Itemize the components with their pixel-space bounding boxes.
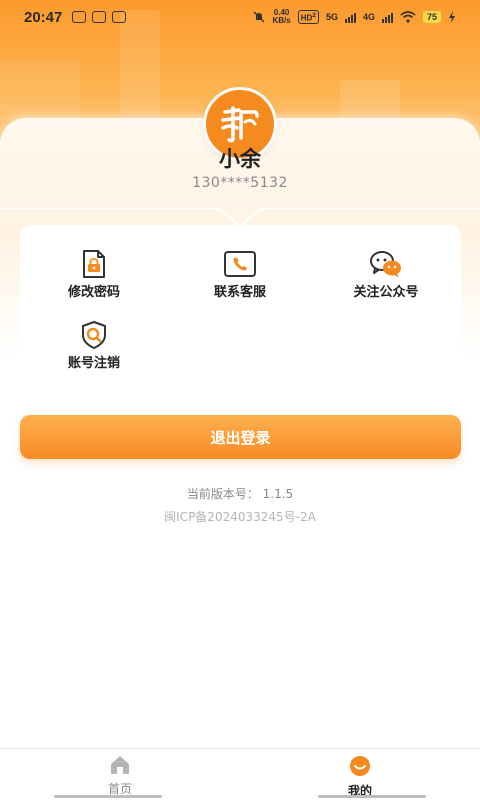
wechat-icon	[370, 251, 401, 278]
menu-item-label: 账号注销	[67, 356, 120, 371]
user-icon	[350, 756, 370, 776]
menu-item-label: 联系客服	[213, 285, 266, 300]
user-name: 小余	[219, 147, 261, 171]
network-speed: 0.40 KB/s	[272, 9, 290, 25]
decor-shape	[340, 80, 400, 120]
hd-label: HD	[300, 13, 313, 23]
menu-item-contact-support[interactable]: 联系客服	[170, 249, 310, 301]
chat-notification-icon	[92, 11, 107, 23]
charging-icon	[449, 11, 455, 23]
status-bar: 20:47 0.40 KB/s HD2 5G 4G 75	[0, 0, 480, 34]
menu-item-delete-account[interactable]: 账号注销	[24, 320, 164, 372]
signal-5g-label: 5G	[325, 12, 338, 22]
decor-shape	[0, 60, 80, 120]
wifi-icon	[400, 11, 416, 23]
home-icon	[111, 756, 129, 774]
shield-search-icon	[82, 321, 106, 349]
network-speed-unit: KB/s	[272, 16, 291, 25]
notification-icon	[72, 11, 87, 23]
mute-bell-icon	[253, 11, 265, 23]
hd-sub: 2	[312, 11, 316, 19]
battery-level: 75	[422, 11, 441, 23]
app-logo-icon	[221, 106, 259, 143]
icp-license[interactable]: 闽ICP备2024033245号-2A	[0, 508, 480, 525]
tab-home[interactable]: 首页	[60, 755, 180, 797]
menu-item-label: 关注公众号	[353, 285, 419, 300]
tab-mine[interactable]: 我的	[300, 755, 420, 799]
signal-bars-icon	[344, 11, 356, 23]
user-phone: 130****5132	[192, 175, 288, 191]
signal-4g-label: 4G	[362, 12, 375, 22]
signal-bars-icon	[381, 11, 393, 23]
gesture-indicator	[318, 795, 426, 798]
gesture-indicator	[54, 795, 162, 798]
menu-item-follow-official-account[interactable]: 关注公众号	[316, 249, 456, 301]
app-version: 当前版本号： 1.1.5	[186, 487, 294, 501]
menu-item-change-password[interactable]: 修改密码	[24, 249, 164, 301]
bottom-tab-bar: 首页 我的	[0, 748, 480, 800]
menu-card: 修改密码 联系客服 关注公众号 账号注销	[20, 225, 461, 390]
logout-button[interactable]: 退出登录	[20, 415, 461, 459]
hd-voice-icon: HD2	[297, 9, 319, 25]
lock-document-icon	[83, 250, 105, 278]
menu-item-label: 修改密码	[67, 285, 120, 300]
wechat-notification-icon	[112, 11, 127, 23]
status-time: 20:47	[24, 8, 63, 26]
phone-icon	[224, 251, 256, 277]
